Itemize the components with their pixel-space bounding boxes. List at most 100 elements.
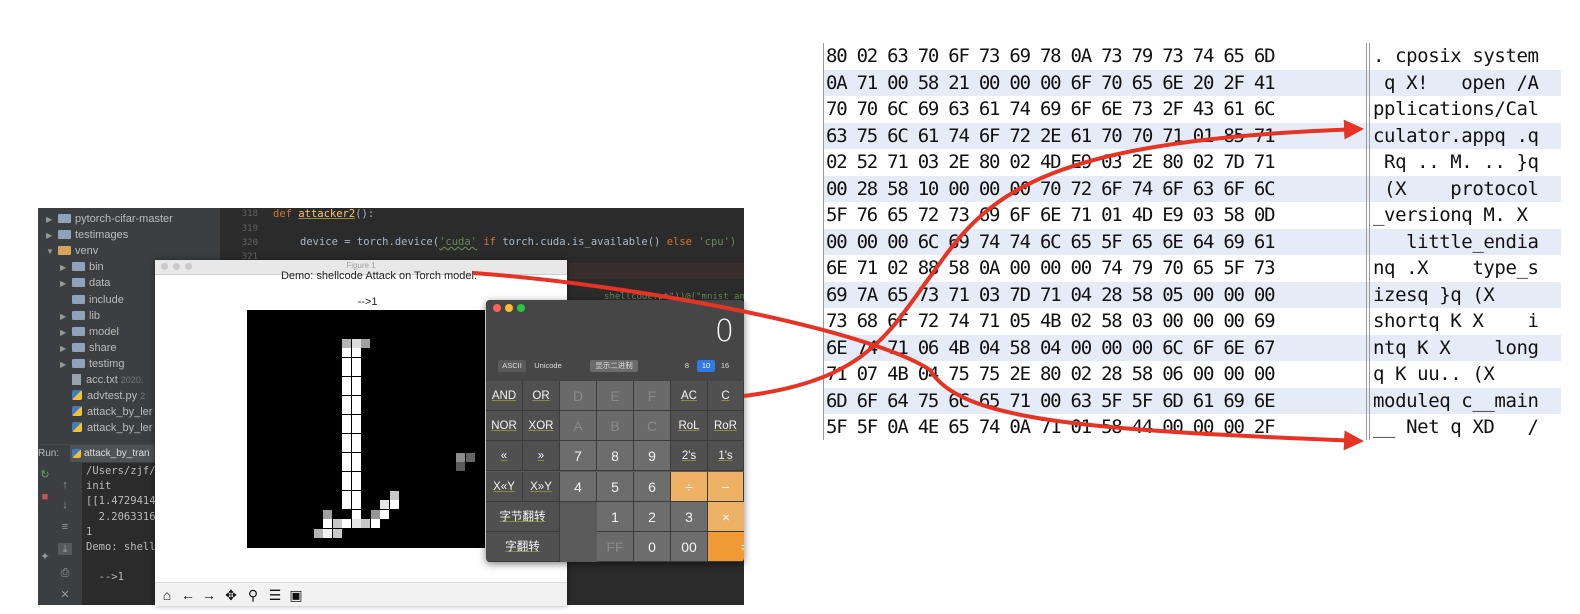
chevron-right-icon[interactable]: ▶ — [46, 212, 58, 228]
calculator-key[interactable]: D — [560, 381, 597, 411]
calculator-key[interactable]: A — [560, 411, 597, 442]
minimize-button[interactable] — [505, 304, 513, 312]
tree-item[interactable]: include — [60, 292, 124, 308]
tree-item[interactable]: attack_by_ler — [60, 420, 152, 436]
base-10-button[interactable]: 10 — [697, 360, 715, 372]
calculator-key[interactable]: RoL — [671, 411, 708, 442]
tree-item[interactable]: attack_by_ler — [60, 404, 152, 420]
forward-arrow-icon[interactable]: → — [200, 586, 218, 604]
calculator-key[interactable]: NOR — [486, 411, 523, 442]
calculator-key[interactable]: C — [708, 381, 744, 411]
chevron-right-icon[interactable]: ▶ — [46, 228, 58, 244]
calculator-key[interactable]: ÷ — [671, 471, 708, 502]
calculator-key[interactable]: « — [486, 441, 523, 472]
tree-item[interactable]: ▶ pytorch-cifar-master — [46, 211, 173, 227]
scroll-up-icon[interactable]: ↑ — [58, 479, 72, 491]
calculator-key[interactable]: OR — [523, 381, 560, 411]
calculator-key[interactable]: AC — [671, 381, 708, 411]
calculator-key[interactable]: 9 — [634, 441, 671, 472]
base-16-button[interactable]: 16 — [716, 360, 734, 372]
save-icon[interactable]: ▣ — [287, 586, 305, 604]
calculator-key[interactable]: RoR — [708, 411, 744, 442]
scroll-down-icon[interactable]: ↓ — [58, 499, 72, 511]
calculator-key[interactable]: XOR — [523, 411, 560, 442]
calculator-key[interactable]: − — [708, 471, 744, 502]
calculator-key[interactable]: 字翻转 — [486, 532, 560, 562]
tree-item[interactable]: acc.txt 2020. — [60, 372, 143, 388]
home-icon[interactable]: ⌂ — [158, 586, 176, 604]
tree-item[interactable]: ▶ data — [60, 275, 110, 291]
stop-icon[interactable]: ■ — [38, 491, 52, 503]
calculator-key[interactable]: X«Y — [486, 471, 523, 502]
trash-icon[interactable]: ✕ — [58, 589, 72, 601]
show-binary-button[interactable]: 显示二进制 — [590, 360, 638, 372]
calculator-key[interactable]: = — [708, 532, 744, 562]
calculator-key[interactable]: 00 — [671, 532, 708, 562]
close-button[interactable] — [493, 304, 501, 312]
calculator-key[interactable]: F — [634, 381, 671, 411]
calculator-key[interactable]: 7 — [560, 441, 597, 472]
tree-item-label: attack_by_ler — [87, 406, 153, 419]
calculator-key[interactable]: 8 — [597, 441, 634, 472]
ascii-mode-button[interactable]: ASCII — [498, 360, 526, 372]
line-number: 318 — [241, 209, 258, 219]
folder-icon — [72, 326, 85, 336]
configure-icon[interactable]: ☰ — [266, 586, 284, 604]
calculator-key[interactable]: 1's — [708, 441, 744, 472]
calculator-key[interactable]: B — [597, 411, 634, 442]
calculator-key[interactable]: 0 — [634, 532, 671, 562]
hex-row: 73 68 6F 72 74 71 05 4B 02 58 03 00 00 0… — [823, 308, 1561, 335]
pan-icon[interactable]: ✥ — [222, 586, 240, 604]
soft-wrap-icon[interactable]: ≡ — [58, 521, 72, 533]
maximize-button[interactable] — [517, 304, 525, 312]
chevron-right-icon[interactable]: ▶ — [60, 357, 72, 373]
tree-item[interactable]: ▶ testimg — [60, 356, 124, 372]
rerun-icon[interactable]: ↻ — [38, 469, 52, 481]
tree-item[interactable]: ▶ testimages — [46, 227, 128, 243]
chevron-right-icon[interactable]: ▶ — [60, 260, 72, 276]
print-icon[interactable]: ⎙ — [58, 567, 72, 579]
tree-item[interactable]: ▶ share — [60, 340, 117, 356]
python-file-icon — [72, 422, 82, 433]
calculator-key[interactable]: 1 — [597, 501, 634, 532]
chevron-down-icon[interactable]: ▼ — [46, 244, 58, 260]
digit-pixel — [342, 414, 351, 424]
tree-item[interactable]: ▶ model — [60, 324, 119, 340]
code-editor[interactable]: 318 319 320 321 def attacker2(): device … — [220, 208, 744, 268]
calculator-key[interactable]: 字节翻转 — [486, 501, 560, 532]
calculator-key[interactable]: 6 — [634, 471, 671, 502]
calculator-key[interactable]: FF — [597, 532, 634, 562]
calculator-key[interactable]: 5 — [597, 471, 634, 502]
calculator-key[interactable]: » — [523, 441, 560, 472]
calculator-key[interactable]: AND — [486, 381, 523, 411]
back-arrow-icon[interactable]: ← — [179, 586, 197, 604]
calculator-key[interactable]: 2's — [671, 441, 708, 472]
chevron-right-icon[interactable]: ▶ — [60, 325, 72, 341]
chevron-right-icon[interactable]: ▶ — [60, 341, 72, 357]
hex-bytes: 63 75 6C 61 74 6F 72 2E 61 70 70 71 01 8… — [826, 124, 1276, 147]
chevron-right-icon[interactable]: ▶ — [60, 276, 72, 292]
hex-ascii: moduleq c__main — [1373, 389, 1539, 412]
calculator-key[interactable]: C — [634, 411, 671, 442]
run-tab-label: attack_by_tran — [84, 448, 150, 459]
calculator-key[interactable]: E — [597, 381, 634, 411]
folder-icon — [72, 262, 85, 272]
scroll-to-end-icon[interactable]: ⤓ — [58, 543, 72, 555]
tree-item[interactable]: ▼ venv — [46, 243, 98, 259]
calculator-key[interactable]: 3 — [671, 501, 708, 532]
calculator-key[interactable]: X»Y — [523, 471, 560, 502]
tree-item[interactable]: ▶ lib — [60, 308, 100, 324]
calculator-display: 0 — [714, 314, 734, 349]
pin-icon[interactable]: ✦ — [38, 551, 52, 563]
unicode-mode-button[interactable]: Unicode — [528, 360, 568, 372]
calculator-key[interactable]: 2 — [634, 501, 671, 532]
tree-item[interactable]: advtest.py 2 — [60, 388, 145, 404]
chevron-right-icon[interactable]: ▶ — [60, 309, 72, 325]
zoom-icon[interactable]: ⚲ — [244, 586, 262, 604]
calculator-key[interactable]: 4 — [560, 471, 597, 502]
base-8-button[interactable]: 8 — [678, 360, 696, 372]
digit-pixel — [389, 490, 399, 500]
hex-bytes: 80 02 63 70 6F 73 69 78 0A 73 79 73 74 6… — [826, 45, 1276, 67]
tree-item[interactable]: ▶ bin — [60, 259, 104, 275]
calculator-key[interactable]: × — [708, 501, 744, 532]
